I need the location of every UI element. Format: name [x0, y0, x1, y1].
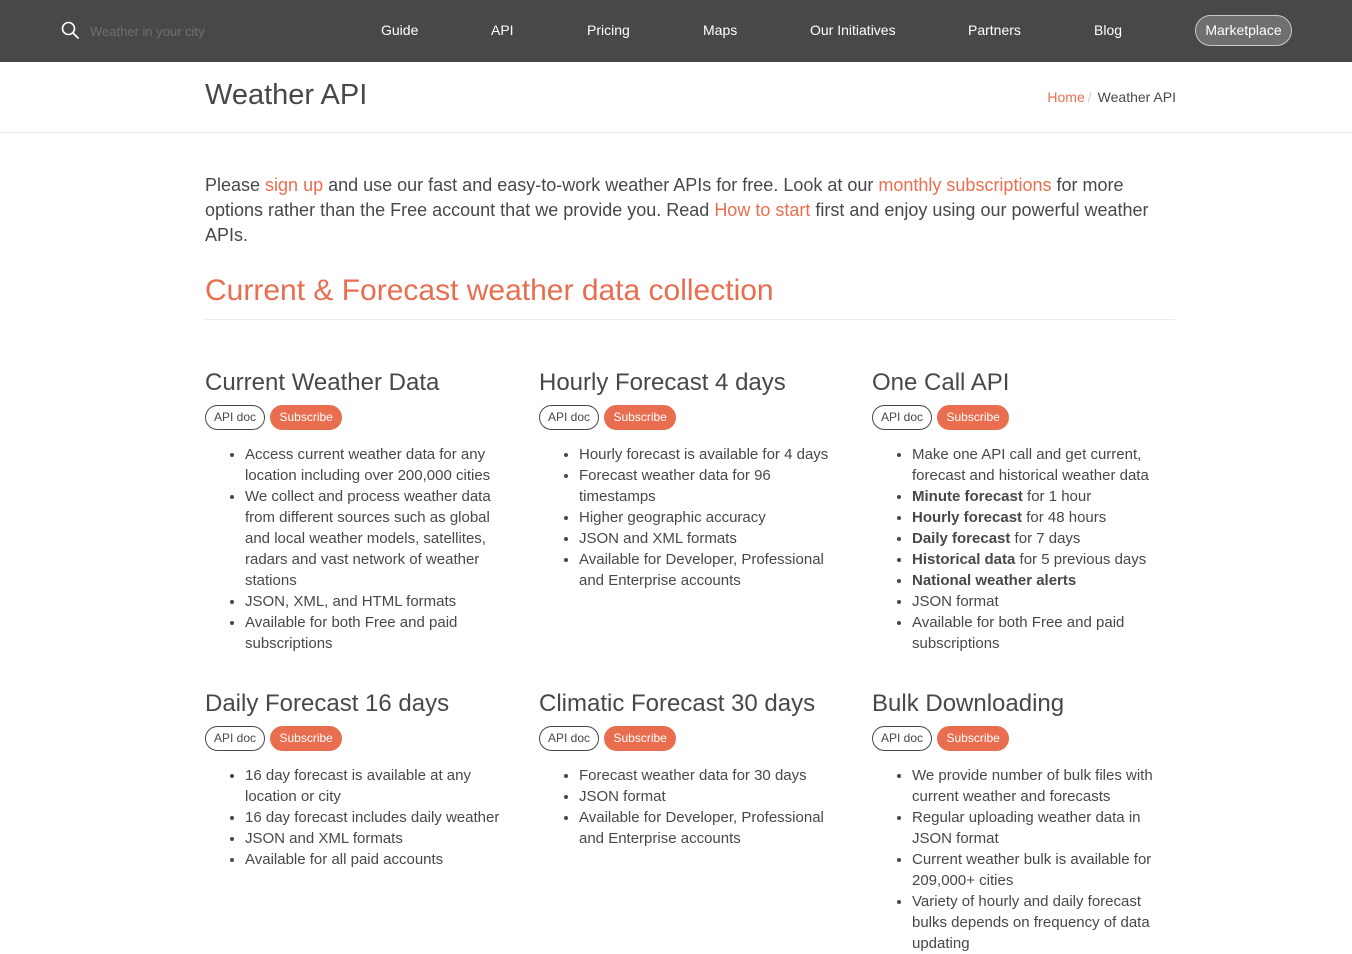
list-item: We collect and process weather data from…: [245, 486, 505, 591]
list-item: Minute forecast for 1 hour: [912, 486, 1172, 507]
breadcrumb-separator: /: [1087, 89, 1092, 105]
card-one-call-api: One Call API API doc Subscribe Make one …: [872, 369, 1172, 654]
page-title: Weather API: [205, 79, 368, 111]
list-item: 16 day forecast includes daily weather: [245, 807, 505, 828]
list-item-bold: National weather alerts: [912, 572, 1077, 589]
list-item: JSON and XML formats: [579, 528, 839, 549]
nav-our-initiatives[interactable]: Our Initiatives: [810, 22, 896, 38]
list-item-text: for 1 hour: [1022, 488, 1092, 505]
marketplace-button[interactable]: Marketplace: [1195, 15, 1292, 46]
card-title: Hourly Forecast 4 days: [539, 369, 786, 396]
breadcrumb-current: Weather API: [1097, 89, 1176, 105]
card-buttons: API doc Subscribe: [539, 405, 839, 430]
list-item: Hourly forecast is available for 4 days: [579, 444, 839, 465]
signup-link[interactable]: sign up: [265, 175, 323, 195]
list-item: Available for both Free and paid subscri…: [912, 612, 1172, 654]
card-buttons: API doc Subscribe: [872, 405, 1172, 430]
breadcrumb-home-link[interactable]: Home: [1047, 89, 1084, 105]
list-item: Daily forecast for 7 days: [912, 528, 1172, 549]
search-icon[interactable]: [61, 21, 79, 39]
intro-text: Please: [205, 175, 266, 195]
card-title: Bulk Downloading: [872, 690, 1065, 717]
feature-list: Hourly forecast is available for 4 days …: [539, 444, 839, 591]
feature-list: Access current weather data for any loca…: [205, 444, 505, 654]
list-item: 16 day forecast is available at any loca…: [245, 765, 505, 807]
nav-blog[interactable]: Blog: [1094, 22, 1122, 38]
nav-guide[interactable]: Guide: [381, 22, 418, 38]
list-item: Available for Developer, Professional an…: [579, 549, 839, 591]
intro-text: and use our fast and easy-to-work weathe…: [323, 175, 879, 195]
nav-maps[interactable]: Maps: [703, 22, 737, 38]
card-title: Current Weather Data: [205, 369, 440, 396]
feature-list: Make one API call and get current, forec…: [872, 444, 1172, 654]
api-doc-button[interactable]: API doc: [872, 726, 933, 751]
api-doc-button[interactable]: API doc: [205, 726, 266, 751]
card-daily-forecast: Daily Forecast 16 days API doc Subscribe…: [205, 690, 505, 870]
subscribe-button[interactable]: Subscribe: [270, 726, 342, 751]
list-item: Regular uploading weather data in JSON f…: [912, 807, 1172, 849]
list-item-text: for 48 hours: [1022, 509, 1107, 526]
list-item: JSON format: [912, 591, 1172, 612]
list-item: Forecast weather data for 30 days: [579, 765, 839, 786]
subscribe-button[interactable]: Subscribe: [937, 726, 1009, 751]
nav-partners[interactable]: Partners: [968, 22, 1021, 38]
card-buttons: API doc Subscribe: [205, 405, 505, 430]
page-header: Weather API Home / Weather API: [0, 62, 1352, 133]
section-title: Current & Forecast weather data collecti…: [205, 274, 774, 307]
subscribe-button[interactable]: Subscribe: [937, 405, 1009, 430]
card-buttons: API doc Subscribe: [205, 726, 505, 751]
list-item: JSON, XML, and HTML formats: [245, 591, 505, 612]
subscribe-button[interactable]: Subscribe: [270, 405, 342, 430]
card-buttons: API doc Subscribe: [539, 726, 839, 751]
feature-list: We provide number of bulk files with cur…: [872, 765, 1172, 954]
breadcrumb: Home / Weather API: [1047, 89, 1176, 105]
card-hourly-forecast: Hourly Forecast 4 days API doc Subscribe…: [539, 369, 839, 591]
intro-paragraph: Please sign up and use our fast and easy…: [205, 173, 1165, 248]
card-title: Daily Forecast 16 days: [205, 690, 450, 717]
list-item: Access current weather data for any loca…: [245, 444, 505, 486]
feature-list: Forecast weather data for 30 days JSON f…: [539, 765, 839, 849]
top-navbar: Guide API Pricing Maps Our Initiatives P…: [0, 0, 1352, 62]
search-box: [61, 21, 281, 43]
nav-api[interactable]: API: [491, 22, 514, 38]
list-item: Higher geographic accuracy: [579, 507, 839, 528]
list-item: We provide number of bulk files with cur…: [912, 765, 1172, 807]
monthly-subscriptions-link[interactable]: monthly subscriptions: [878, 175, 1051, 195]
list-item: Available for both Free and paid subscri…: [245, 612, 505, 654]
card-buttons: API doc Subscribe: [872, 726, 1172, 751]
list-item: Forecast weather data for 96 timestamps: [579, 465, 839, 507]
list-item: Variety of hourly and daily forecast bul…: [912, 891, 1172, 954]
list-item: JSON and XML formats: [245, 828, 505, 849]
list-item: Available for all paid accounts: [245, 849, 505, 870]
list-item: National weather alerts: [912, 570, 1172, 591]
how-to-start-link[interactable]: How to start: [714, 200, 810, 220]
list-item: Make one API call and get current, forec…: [912, 444, 1172, 486]
list-item: JSON format: [579, 786, 839, 807]
search-input[interactable]: [90, 21, 270, 41]
list-item-text: for 5 previous days: [1015, 551, 1147, 568]
list-item: Available for Developer, Professional an…: [579, 807, 839, 849]
list-item: Hourly forecast for 48 hours: [912, 507, 1172, 528]
api-doc-button[interactable]: API doc: [539, 726, 600, 751]
api-doc-button[interactable]: API doc: [539, 405, 600, 430]
subscribe-button[interactable]: Subscribe: [604, 405, 676, 430]
card-title: Climatic Forecast 30 days: [539, 690, 816, 717]
card-title: One Call API: [872, 369, 1010, 396]
api-doc-button[interactable]: API doc: [205, 405, 266, 430]
list-item-bold: Historical data: [912, 551, 1016, 568]
list-item: Current weather bulk is available for 20…: [912, 849, 1172, 891]
list-item-text: for 7 days: [1010, 530, 1081, 547]
list-item-bold: Hourly forecast: [912, 509, 1023, 526]
nav-pricing[interactable]: Pricing: [587, 22, 630, 38]
list-item-bold: Daily forecast: [912, 530, 1011, 547]
section-divider: [205, 319, 1175, 320]
subscribe-button[interactable]: Subscribe: [604, 726, 676, 751]
card-current-weather: Current Weather Data API doc Subscribe A…: [205, 369, 505, 654]
list-item: Historical data for 5 previous days: [912, 549, 1172, 570]
feature-list: 16 day forecast is available at any loca…: [205, 765, 505, 870]
card-climatic-forecast: Climatic Forecast 30 days API doc Subscr…: [539, 690, 839, 849]
list-item-bold: Minute forecast: [912, 488, 1023, 505]
card-bulk-downloading: Bulk Downloading API doc Subscribe We pr…: [872, 690, 1172, 954]
api-doc-button[interactable]: API doc: [872, 405, 933, 430]
